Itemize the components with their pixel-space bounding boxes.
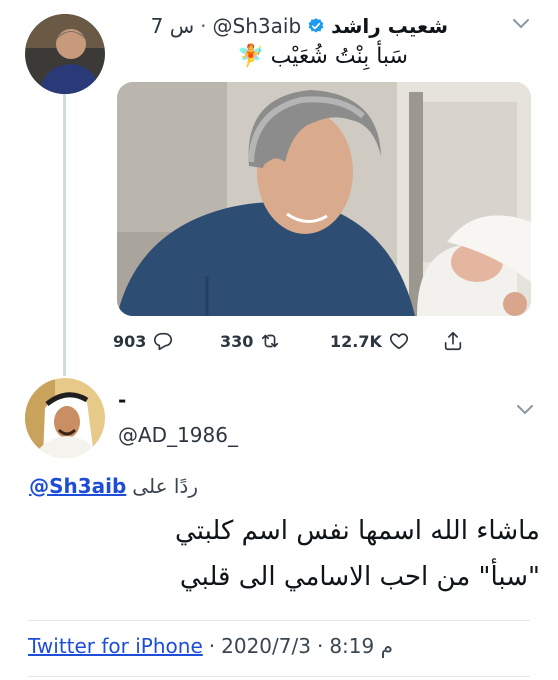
tweet-time[interactable]: 7 س: [151, 14, 195, 38]
tweet-text-content: سَبأ بِنْتُ شُعَيْب: [270, 44, 408, 69]
replying-to-label: ردًا على: [132, 474, 198, 498]
tweet-source-link[interactable]: Twitter for iPhone: [28, 634, 203, 658]
reply-author-handle[interactable]: @AD_1986_: [118, 423, 238, 447]
replying-to-handle-link[interactable]: @Sh3aib: [29, 474, 126, 498]
reply-meta: Twitter for iPhone · 2020/7/3 · 8:19 م: [28, 634, 393, 658]
share-action[interactable]: [442, 330, 464, 352]
thread-connector-line: [63, 94, 66, 376]
replying-to-line: @Sh3aib ردًا على: [29, 474, 198, 498]
reply-divider-bottom: [28, 676, 530, 677]
tweet-photo[interactable]: [117, 82, 531, 316]
fairy-emoji: 🧚: [237, 44, 265, 69]
tweet-photo-image: [117, 82, 531, 316]
author-avatar[interactable]: [25, 14, 105, 94]
retweet-count: 330: [220, 331, 254, 351]
reply-display-name[interactable]: -: [118, 388, 126, 412]
meta-dot-1: ·: [208, 634, 216, 658]
tweet-options-chevron-icon[interactable]: [512, 14, 530, 35]
reply-divider-top: [28, 620, 530, 621]
meta-dot-2: ·: [316, 634, 324, 658]
reply-count: 903: [113, 331, 147, 351]
like-action[interactable]: 12.7K: [330, 330, 410, 352]
author-display-name[interactable]: شعيب راشد: [331, 14, 448, 38]
reply-text: ماشاء الله اسمها نفس اسم كلبتي "سبأ" من …: [175, 516, 540, 592]
reply-action[interactable]: 903: [113, 330, 174, 352]
reply-author-avatar-photo: [25, 378, 105, 458]
tweet-header: 7 س · @Sh3aib شعيب راشد: [151, 14, 448, 38]
tweet-text: 🧚 سَبأ بِنْتُ شُعَيْب: [237, 44, 408, 69]
reply-time: 8:19 م: [329, 634, 393, 658]
retweet-action[interactable]: 330: [220, 330, 281, 352]
author-handle[interactable]: @Sh3aib: [213, 14, 302, 38]
share-icon: [444, 331, 462, 351]
retweet-icon: [262, 334, 279, 348]
author-avatar-photo: [25, 14, 105, 94]
reply-date: 2020/7/3: [221, 634, 311, 658]
reply-icon: [154, 332, 173, 351]
reply-author-avatar[interactable]: [25, 378, 105, 458]
like-count: 12.7K: [330, 331, 382, 351]
time-separator: ·: [200, 14, 207, 38]
verified-badge-icon: [308, 18, 324, 33]
heart-icon: [389, 333, 408, 350]
reply-options-chevron-icon[interactable]: [516, 400, 534, 421]
